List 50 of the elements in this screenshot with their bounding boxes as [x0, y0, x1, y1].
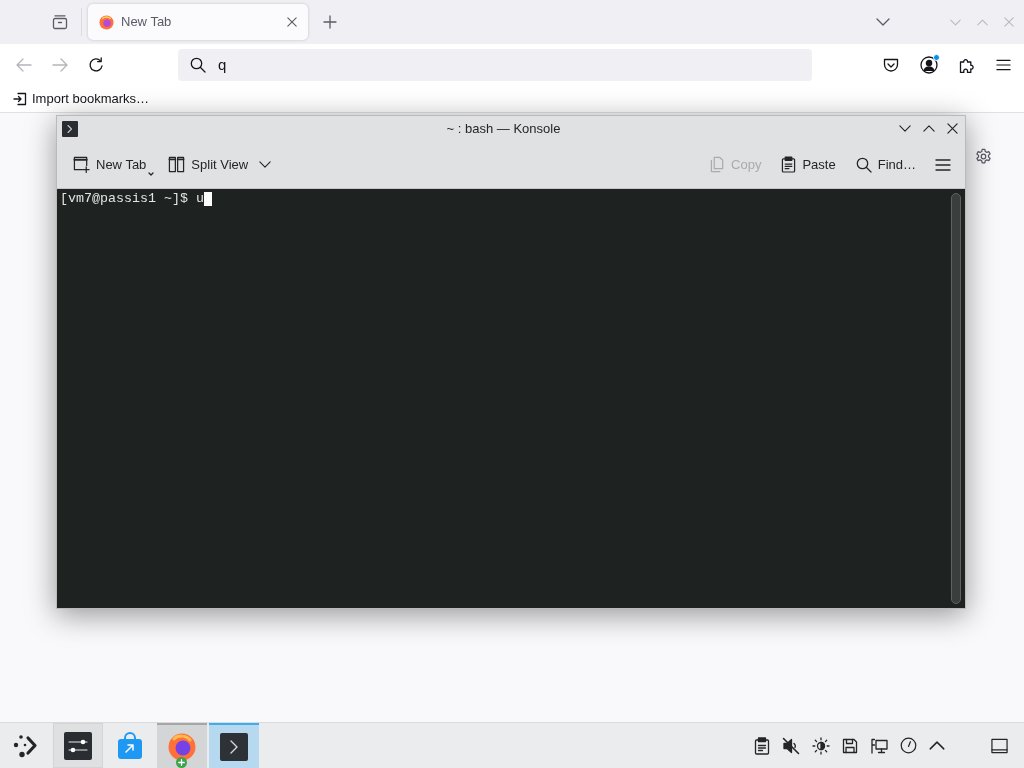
shopping-bag-icon[interactable]	[117, 731, 143, 760]
reload-icon[interactable]	[88, 57, 104, 73]
muted-speaker-icon[interactable]	[782, 736, 800, 755]
app-terminal-icon[interactable]	[62, 120, 78, 137]
window-title: ~ : bash — Konsole	[446, 119, 561, 138]
split-view-button[interactable]: Split View	[161, 148, 256, 181]
browser-icon	[168, 732, 196, 761]
minimize-icon[interactable]	[899, 125, 911, 132]
settings-icon[interactable]	[975, 148, 992, 165]
floppy-disk-icon[interactable]	[842, 737, 858, 754]
split-view-icon	[168, 156, 186, 173]
chevron-down-icon[interactable]	[259, 161, 272, 168]
clipboard-icon[interactable]	[754, 736, 770, 755]
scrollbar[interactable]	[951, 193, 961, 604]
menu-caret-icon	[148, 171, 155, 176]
terminal-icon	[220, 732, 248, 761]
sliders-icon	[64, 731, 92, 760]
search-icon	[855, 156, 872, 173]
task-button[interactable]	[53, 723, 103, 768]
clipboard-icon	[781, 156, 797, 173]
task-button[interactable]	[209, 723, 259, 768]
close-icon[interactable]	[287, 17, 297, 27]
close-icon[interactable]	[947, 123, 958, 134]
new-tab-plus-icon[interactable]	[323, 15, 337, 29]
find-button[interactable]: Find…	[848, 148, 923, 181]
new-tab-icon	[73, 156, 90, 173]
extensions-icon[interactable]	[959, 57, 975, 73]
tab-overview-icon[interactable]	[52, 14, 68, 30]
gauge-icon[interactable]	[900, 737, 917, 754]
browser-tab[interactable]: New Tab	[88, 4, 308, 40]
account-icon[interactable]	[920, 56, 938, 74]
paste-button[interactable]: Paste	[774, 148, 843, 181]
brightness-icon[interactable]	[812, 736, 830, 755]
menu-icon[interactable]	[996, 59, 1011, 71]
import-icon	[13, 92, 27, 106]
new-tab-button[interactable]: New Tab	[66, 148, 162, 181]
terminal-line: [vm7@passis1 ~]$ u	[60, 191, 204, 206]
tab-favicon-icon	[99, 14, 114, 30]
terminal-area[interactable]: [vm7@passis1 ~]$ u	[57, 189, 965, 608]
bookmark-item[interactable]: Import bookmarks…	[10, 88, 153, 110]
maximize-icon[interactable]	[923, 125, 935, 132]
pocket-icon[interactable]	[883, 57, 899, 73]
copy-icon	[710, 156, 726, 173]
show-desktop-icon[interactable]	[991, 737, 1008, 754]
launcher-icon[interactable]	[13, 733, 39, 758]
chevron-down-icon[interactable]	[876, 18, 890, 26]
search-icon	[190, 57, 206, 73]
chevron-up-icon[interactable]	[929, 741, 945, 750]
address-field[interactable]: q	[178, 49, 812, 81]
network-monitor-icon[interactable]	[870, 736, 888, 755]
